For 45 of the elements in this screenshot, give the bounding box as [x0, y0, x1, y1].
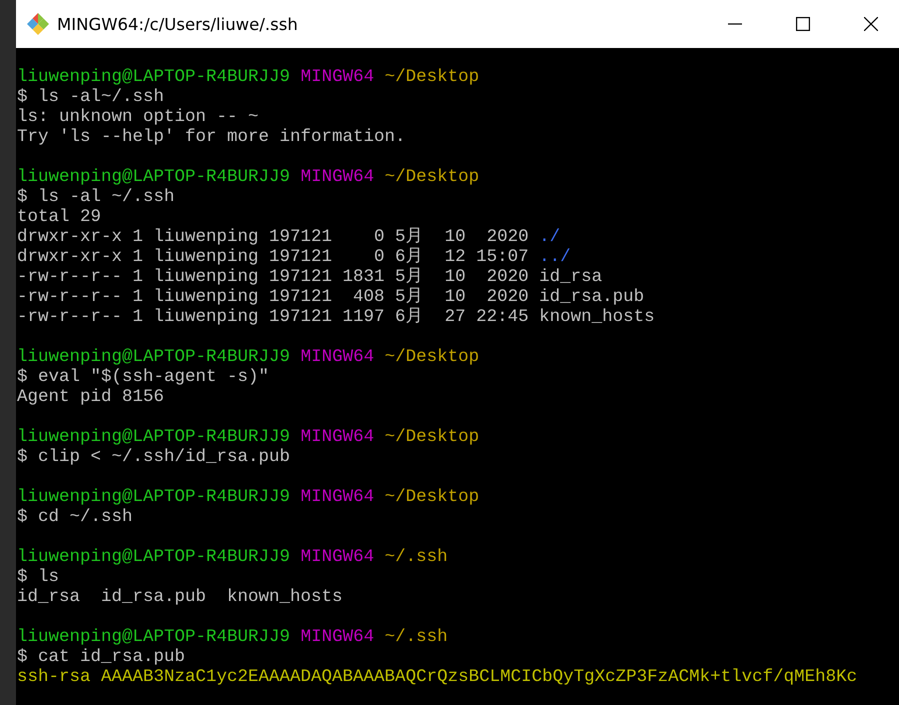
output-text: Try 'ls --help' for more information. [17, 127, 406, 147]
prompt-user: liuwenping@LAPTOP-R4BURJJ9 [17, 547, 290, 567]
prompt-shell: MINGW64 [300, 67, 374, 87]
window-title: MINGW64:/c/Users/liuwe/.ssh [57, 14, 299, 34]
prompt-shell: MINGW64 [300, 427, 374, 447]
output-text: $ ls -al ~/.ssh [17, 187, 175, 207]
prompt-path: ~/Desktop [384, 67, 480, 87]
output-text: -rw-r--r-- 1 liuwenping 197121 1831 5月 10 2020 id_rsa [17, 267, 602, 287]
public-key-text: ssh-rsa AAAAB3NzaC1yc2EAAAADAQABAAABAQCrQzsBCLMCICbQyTgXcZP3FzACMk+tlvcf/qMEh8Kc [17, 667, 858, 687]
prompt-path: ~/Desktop [384, 487, 480, 507]
output-text: total 29 [17, 207, 102, 227]
prompt-shell: MINGW64 [300, 547, 374, 567]
output-text: $ cat id_rsa.pub [17, 647, 186, 667]
output-text: $ ls [17, 567, 60, 587]
prompt-path: ~/Desktop [384, 167, 480, 187]
directory-name: ../ [539, 247, 571, 267]
output-text: id_rsa id_rsa.pub known_hosts [17, 587, 343, 607]
prompt-path: ~/.ssh [384, 627, 448, 647]
prompt-user: liuwenping@LAPTOP-R4BURJJ9 [17, 167, 290, 187]
output-text: $ ls -al~/.ssh [17, 87, 164, 107]
prompt-path: ~/.ssh [384, 547, 448, 567]
prompt-shell: MINGW64 [300, 167, 374, 187]
output-text: $ cd ~/.ssh [17, 507, 133, 527]
output-text: Agent pid 8156 [17, 387, 164, 407]
prompt-path: ~/Desktop [384, 347, 480, 367]
maximize-icon [796, 17, 810, 31]
prompt-shell: MINGW64 [300, 627, 374, 647]
output-text: ls: unknown option -- ~ [17, 107, 259, 127]
prompt-user: liuwenping@LAPTOP-R4BURJJ9 [17, 427, 290, 447]
prompt-shell: MINGW64 [300, 347, 374, 367]
prompt-user: liuwenping@LAPTOP-R4BURJJ9 [17, 347, 290, 367]
prompt-user: liuwenping@LAPTOP-R4BURJJ9 [17, 627, 290, 647]
prompt-path: ~/Desktop [384, 427, 480, 447]
output-text: drwxr-xr-x 1 liuwenping 197121 0 5月 10 2020 [17, 227, 529, 247]
output-text: -rw-r--r-- 1 liuwenping 197121 408 5月 10 2020 id_rsa.pub [17, 287, 644, 307]
prompt-user: liuwenping@LAPTOP-R4BURJJ9 [17, 67, 290, 87]
output-text: drwxr-xr-x 1 liuwenping 197121 0 6月 12 15:07 [17, 247, 529, 267]
directory-name: ./ [539, 227, 560, 247]
diamond-logo-icon [26, 12, 50, 36]
output-text: -rw-r--r-- 1 liuwenping 197121 1197 6月 27 22:45 known_hosts [17, 307, 655, 327]
prompt-shell: MINGW64 [300, 487, 374, 507]
prompt-user: liuwenping@LAPTOP-R4BURJJ9 [17, 487, 290, 507]
output-text: $ clip < ~/.ssh/id_rsa.pub [17, 447, 290, 467]
output-text: $ eval "$(ssh-agent -s)" [17, 367, 270, 387]
close-icon [864, 17, 878, 31]
